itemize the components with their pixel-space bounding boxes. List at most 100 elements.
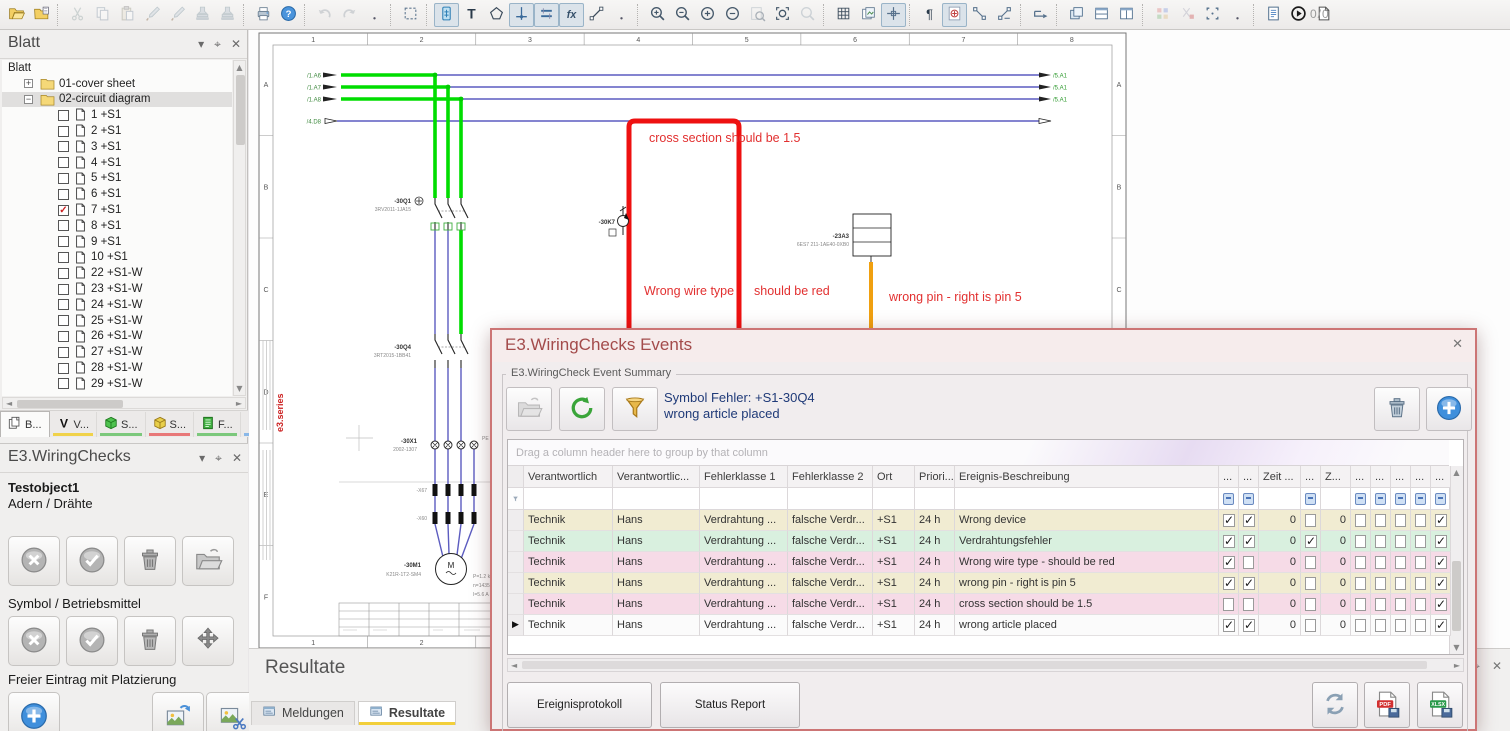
panel-dropdown-icon[interactable]: ▾ (198, 37, 204, 52)
filter-cell[interactable] (915, 488, 955, 510)
zoomplus-button[interactable] (695, 3, 720, 27)
event-cell[interactable]: falsche Verdr... (788, 615, 873, 636)
filter-cell[interactable] (873, 488, 915, 510)
tree-sheet-item[interactable]: 9 +S1 (2, 234, 232, 250)
tree-sheet-label[interactable]: 22 +S1-W (91, 267, 142, 279)
panel-pin-icon[interactable]: ⌖ (215, 451, 222, 466)
mini1-button[interactable] (1150, 3, 1175, 27)
event-cell[interactable]: Technik (524, 573, 613, 594)
tree-sheet-item[interactable]: 23 +S1-W (2, 281, 232, 297)
event-cell[interactable]: Verdrahtung ... (700, 531, 788, 552)
event-checkbox-cell[interactable]: ✓ (1431, 510, 1451, 531)
checkbox[interactable]: ✓ (1435, 577, 1447, 590)
checkbox[interactable]: ✓ (1243, 514, 1255, 527)
checkbox[interactable] (1355, 535, 1366, 548)
event-checkbox-cell[interactable]: ✓ (1239, 615, 1259, 636)
tree-sheet-item[interactable]: 25 +S1-W (2, 313, 232, 329)
event-checkbox-cell[interactable] (1351, 510, 1371, 531)
event-row[interactable]: TechnikHansVerdrahtung ...falsche Verdr.… (508, 594, 1451, 615)
event-row[interactable]: TechnikHansVerdrahtung ...falsche Verdr.… (508, 552, 1451, 573)
event-checkbox-cell[interactable] (1301, 552, 1321, 573)
add-event-button[interactable] (1426, 387, 1472, 431)
event-row[interactable]: ▶TechnikHansVerdrahtung ...falsche Verdr… (508, 615, 1451, 636)
event-cell[interactable]: +S1 (873, 573, 915, 594)
event-checkbox-cell[interactable]: ✓ (1239, 573, 1259, 594)
delete-event-button[interactable] (1374, 387, 1420, 431)
event-checkbox-cell[interactable] (1371, 573, 1391, 594)
event-cell[interactable]: Technik (524, 510, 613, 531)
tree-sheet-item[interactable]: 1 +S1 (2, 107, 232, 123)
tree-horizontal-scrollbar[interactable]: ◄ ► (2, 397, 246, 409)
collapse-icon[interactable]: − (24, 95, 33, 104)
event-checkbox-cell[interactable]: ✓ (1219, 573, 1239, 594)
event-cell[interactable]: Hans (613, 573, 700, 594)
event-checkbox-cell[interactable] (1391, 573, 1411, 594)
event-checkbox-cell[interactable]: ✓ (1239, 531, 1259, 552)
event-checkbox-cell[interactable] (1411, 552, 1431, 573)
linetool-button[interactable] (584, 3, 609, 27)
zoompage-button[interactable] (745, 3, 770, 27)
more-button[interactable] (362, 3, 387, 27)
filter-cell[interactable] (700, 488, 788, 510)
event-cell[interactable]: Hans (613, 594, 700, 615)
column-header[interactable]: Zeit ... (1259, 466, 1301, 488)
cut-button[interactable] (65, 3, 90, 27)
column-header[interactable]: ... (1371, 466, 1391, 488)
event-cell[interactable]: +S1 (873, 531, 915, 552)
event-checkbox-cell[interactable] (1239, 552, 1259, 573)
tree-sheet-item[interactable]: 4 +S1 (2, 155, 232, 171)
tree-sheet-item[interactable]: 2 +S1 (2, 123, 232, 139)
inscircle-button[interactable] (942, 3, 967, 27)
event-checkbox-cell[interactable]: ✓ (1219, 531, 1239, 552)
event-cell[interactable]: Wrong wire type - should be red (955, 552, 1219, 573)
checkbox[interactable] (1415, 598, 1426, 611)
event-checkbox-cell[interactable]: ✓ (1301, 531, 1321, 552)
tree-sheet-label[interactable]: 25 +S1-W (91, 315, 142, 327)
panel-dropdown-icon[interactable]: ▾ (199, 451, 205, 466)
tree-sheet-label[interactable]: 2 +S1 (91, 125, 121, 137)
event-cell[interactable]: +S1 (873, 615, 915, 636)
sheet-checkbox[interactable] (58, 126, 69, 137)
tree-sheet-item[interactable]: 10 +S1 (2, 250, 232, 266)
event-cell[interactable]: +S1 (873, 594, 915, 615)
event-cell[interactable]: 24 h (915, 531, 955, 552)
event-cell[interactable]: Hans (613, 552, 700, 573)
panel-pin-icon[interactable]: ⌖ (214, 37, 221, 52)
cascade-button[interactable] (1064, 3, 1089, 27)
event-checkbox-cell[interactable]: ✓ (1431, 552, 1451, 573)
checkbox[interactable]: ✓ (1223, 556, 1235, 569)
event-cell[interactable]: Technik (524, 552, 613, 573)
checkbox[interactable] (1355, 598, 1366, 611)
event-cell[interactable]: falsche Verdr... (788, 510, 873, 531)
sheet-checkbox[interactable]: ✓ (58, 205, 69, 216)
dialog-close-icon[interactable]: ✕ (1452, 337, 1463, 352)
column-header[interactable]: Ereignis-Beschreibung (955, 466, 1219, 488)
event-checkbox-cell[interactable]: ✓ (1431, 573, 1451, 594)
event-cell[interactable]: 24 h (915, 615, 955, 636)
panel-close-icon[interactable]: ✕ (232, 451, 242, 466)
checkbox[interactable] (1415, 535, 1426, 548)
mini2-button[interactable] (1175, 3, 1200, 27)
tree-sheet-item[interactable]: 28 +S1-W (2, 360, 232, 376)
checkbox[interactable]: ✓ (1243, 577, 1255, 590)
export-xlsx-button[interactable]: XLSX (1417, 682, 1463, 728)
sheet-checkbox[interactable] (58, 110, 69, 121)
event-cell[interactable]: falsche Verdr... (788, 594, 873, 615)
checkbox[interactable] (1415, 577, 1426, 590)
status-report-button[interactable]: Status Report (660, 682, 800, 728)
event-cell[interactable]: Hans (613, 615, 700, 636)
redo-button[interactable] (337, 3, 362, 27)
tree-sheet-label[interactable]: 4 +S1 (91, 157, 121, 169)
checkbox[interactable] (1415, 619, 1426, 632)
column-filter-icon[interactable] (1301, 488, 1321, 510)
save-button[interactable] (29, 3, 54, 27)
event-checkbox-cell[interactable] (1301, 573, 1321, 594)
row-indicator[interactable] (508, 531, 524, 552)
tree-folder-label[interactable]: 02-circuit diagram (59, 93, 150, 105)
column-header[interactable]: ... (1219, 466, 1239, 488)
column-filter-icon[interactable] (1431, 488, 1451, 510)
event-checkbox-cell[interactable] (1351, 573, 1371, 594)
polygon-button[interactable] (484, 3, 509, 27)
event-cell-numeric[interactable]: 0 (1321, 531, 1351, 552)
row-indicator[interactable]: ▶ (508, 615, 524, 636)
